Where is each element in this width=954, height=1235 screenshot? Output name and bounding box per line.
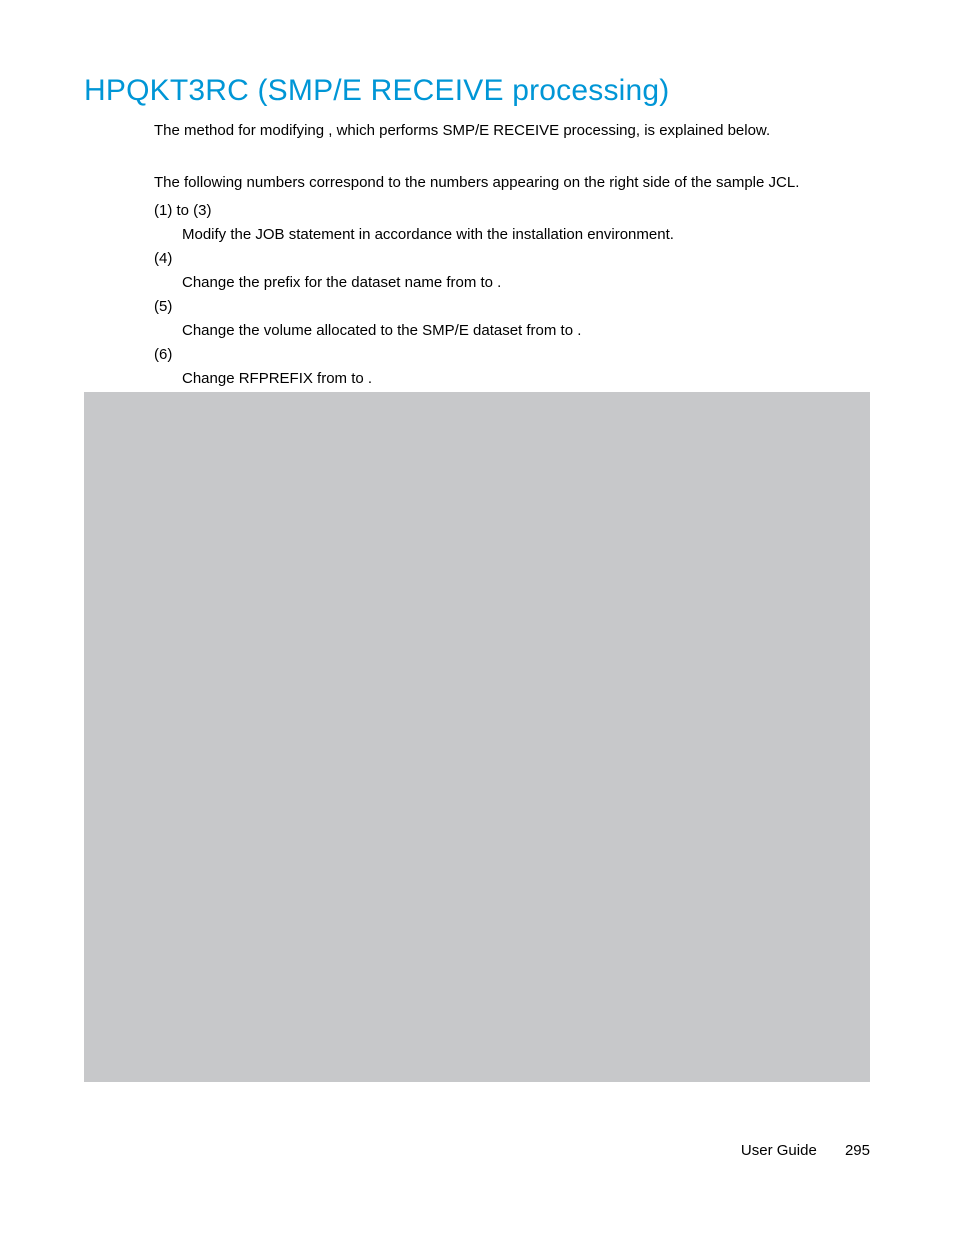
list-item-number: (6) xyxy=(154,344,172,365)
list-item-text: Change the volume allocated to the SMP/E… xyxy=(182,320,902,341)
page: HPQKT3RC (SMP/E RECEIVE processing) The … xyxy=(0,0,954,1235)
intro-paragraph: The method for modifying , which perform… xyxy=(154,120,854,141)
list-item-number: (5) xyxy=(154,296,172,317)
list-item-text: Modify the JOB statement in accordance w… xyxy=(182,224,882,245)
list-item-number: (4) xyxy=(154,248,172,269)
list-item-text: Change the prefix for the dataset name f… xyxy=(182,272,882,293)
section-heading: HPQKT3RC (SMP/E RECEIVE processing) xyxy=(84,74,669,108)
note-paragraph: The following numbers correspond to the … xyxy=(154,172,874,193)
list-item-text: Change RFPREFIX from to . xyxy=(182,368,882,389)
footer-page-number: 295 xyxy=(845,1142,870,1159)
code-block-placeholder xyxy=(84,392,870,1082)
list-item-number: (1) to (3) xyxy=(154,200,212,221)
page-footer: User Guide 295 xyxy=(741,1142,870,1159)
footer-label: User Guide xyxy=(741,1142,817,1159)
